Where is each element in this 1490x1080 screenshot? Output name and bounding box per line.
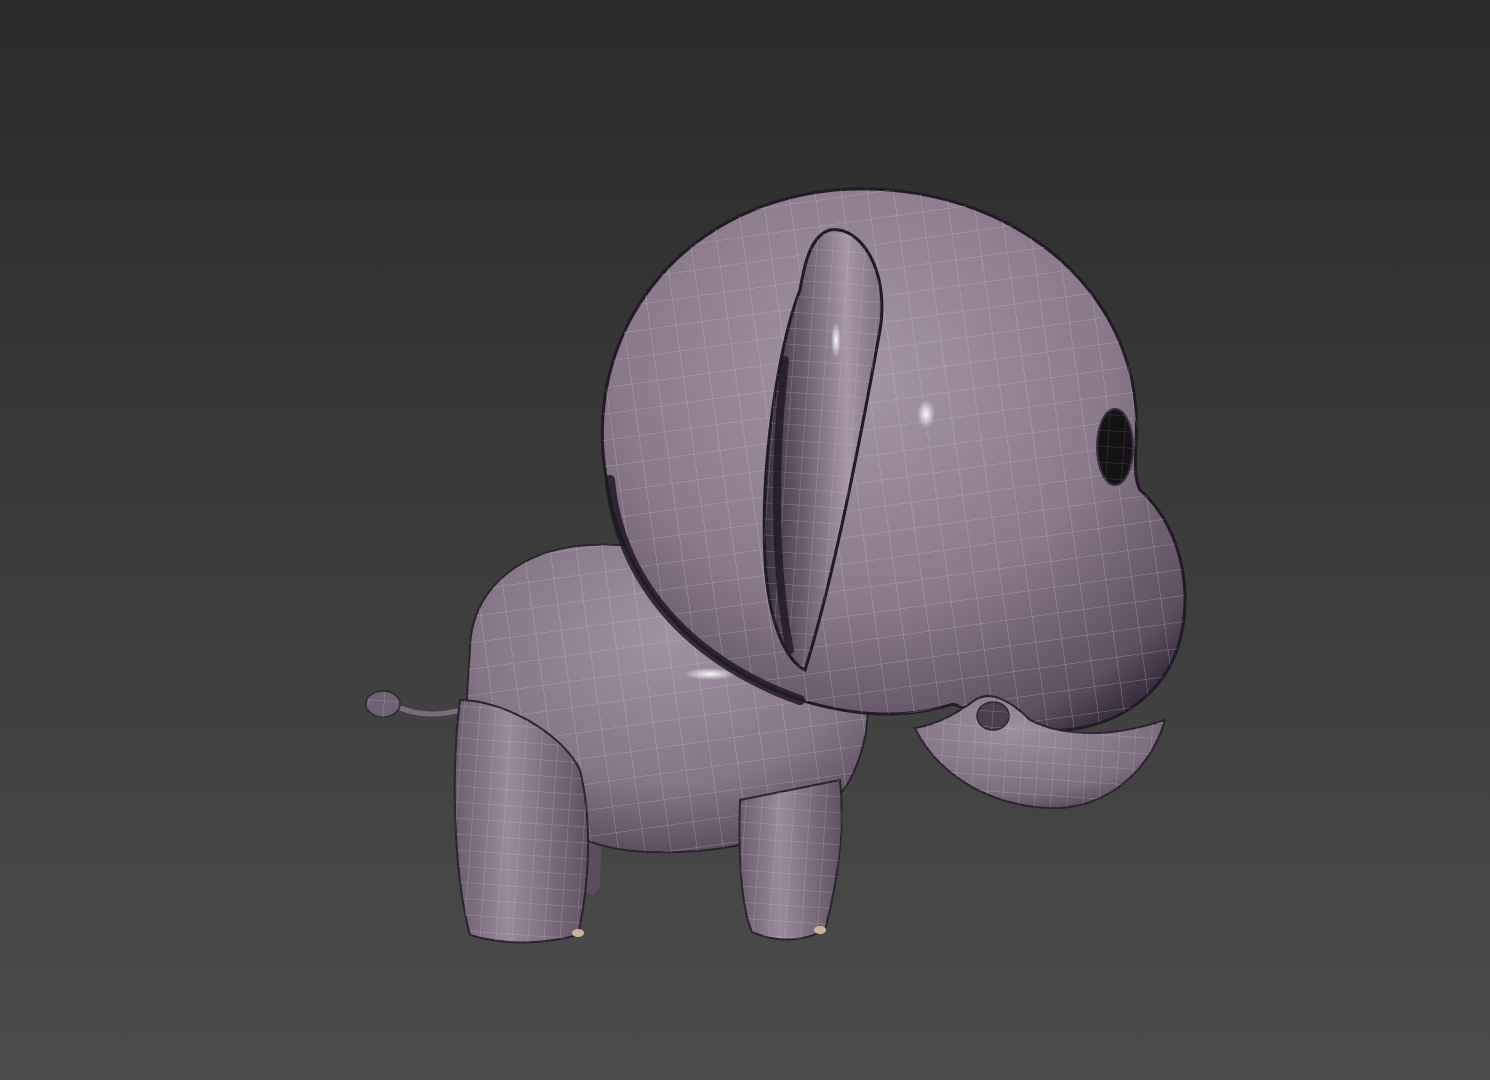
eye xyxy=(1096,408,1134,486)
foot-pad xyxy=(572,929,584,937)
tail xyxy=(365,690,473,718)
front-leg xyxy=(738,778,843,941)
ear-specular xyxy=(831,322,841,358)
3d-viewport[interactable] xyxy=(0,0,1490,1080)
elephant-model[interactable] xyxy=(0,0,1490,1080)
head-specular xyxy=(917,400,935,428)
foot-pad xyxy=(814,926,826,934)
